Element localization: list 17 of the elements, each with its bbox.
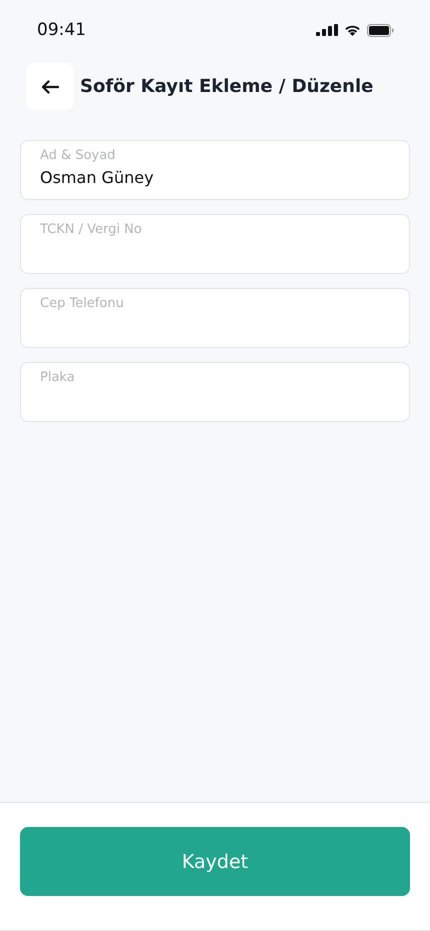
field-label: Plaka [40,369,76,386]
input-field[interactable]: Ad & Soyad Osman Güney [20,140,410,200]
back-arrow-icon [41,80,59,94]
field-label: Cep Telefonu [40,295,125,312]
status-time: 09:41 [37,20,86,40]
save-button[interactable]: Kaydet [20,827,410,896]
signal-icon [316,24,338,36]
field-label: Ad & Soyad [40,147,116,164]
field-value: Osman Güney [40,168,155,187]
back-button[interactable] [26,63,74,110]
page-title: Soför Kayıt Ekleme / Düzenle [80,76,374,97]
input-field[interactable]: TCKN / Vergi No [20,214,410,274]
battery-icon [367,24,394,36]
input-field[interactable]: Plaka [20,362,410,422]
wifi-icon [344,24,361,36]
input-field[interactable]: Cep Telefonu [20,288,410,348]
field-label: TCKN / Vergi No [40,221,143,238]
